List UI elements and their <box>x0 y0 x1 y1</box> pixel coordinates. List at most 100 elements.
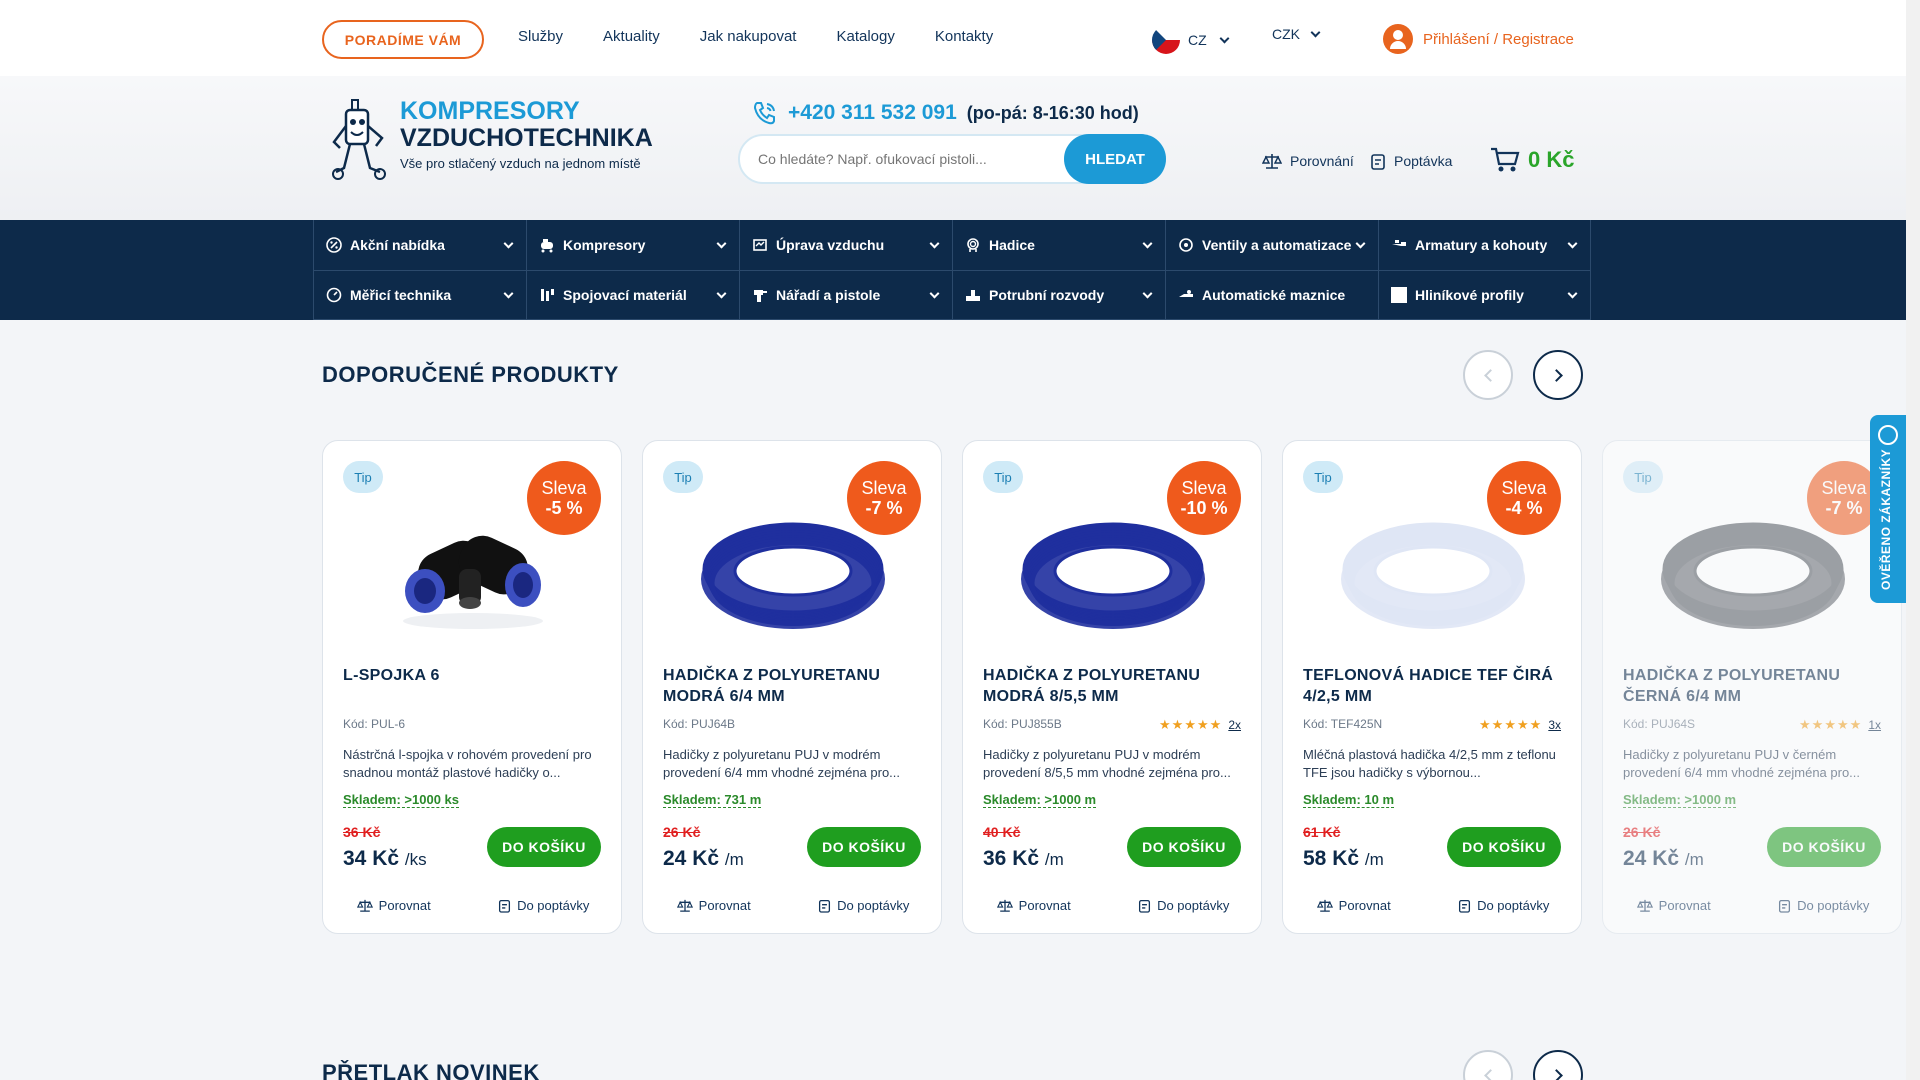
compare-link[interactable]: Porovnání <box>1262 152 1354 170</box>
category-item[interactable]: Automatické maznice <box>1165 271 1378 320</box>
product-name[interactable]: HADIČKA Z POLYURETANU MODRÁ 8/5,5 MM <box>983 665 1245 707</box>
compressor-icon <box>541 239 553 253</box>
carousel-next-button[interactable] <box>1533 350 1583 400</box>
page-scrollbar[interactable] <box>1906 0 1920 1080</box>
star-rating-icon: ★★★★★ <box>1799 717 1863 732</box>
category-label: Akční nabídka <box>350 237 445 253</box>
category-label: Ventily a automatizace <box>1202 237 1352 253</box>
carousel-prev-button[interactable] <box>1463 350 1513 400</box>
top-bar: PORADÍME VÁM Služby Aktuality Jak nakupo… <box>0 0 1906 76</box>
phone-contact[interactable]: +420 311 532 091 (po-pá: 8-16:30 hod) <box>752 100 1139 126</box>
phone-number[interactable]: +420 311 532 091 <box>788 101 957 125</box>
add-to-cart-button[interactable]: DO KOŠÍKU <box>1767 827 1881 867</box>
add-to-cart-button[interactable]: DO KOŠÍKU <box>1127 827 1241 867</box>
product-rating[interactable]: ★★★★★ 1x <box>1799 717 1881 733</box>
cart-link[interactable]: 0 Kč <box>1490 146 1574 174</box>
add-to-inquiry-button[interactable]: Do poptávky <box>498 898 589 913</box>
inquiry-link[interactable]: Poptávka <box>1370 152 1452 170</box>
star-rating-icon: ★★★★★ <box>1159 717 1223 732</box>
stock-status: Skladem: >1000 ks <box>343 792 459 808</box>
compare-button[interactable]: Porovnat <box>1636 898 1711 913</box>
category-item[interactable]: Armatury a kohouty <box>1378 220 1591 271</box>
nav-news[interactable]: Aktuality <box>603 28 660 45</box>
product-name[interactable]: HADIČKA Z POLYURETANU MODRÁ 6/4 MM <box>663 665 925 707</box>
verified-by-customers-badge[interactable]: OVĚŘENO ZÁKAZNÍKY <box>1870 415 1906 603</box>
news-prev-button[interactable] <box>1463 1050 1513 1080</box>
compare-button[interactable]: Porovnat <box>1316 898 1391 913</box>
product-rating[interactable]: ★★★★★ 3x <box>1479 717 1561 733</box>
category-label: Spojovací materiál <box>563 287 687 303</box>
category-item[interactable]: Ventily a automatizace <box>1165 220 1378 271</box>
scale-icon <box>676 899 693 912</box>
category-item[interactable]: Nářadí a pistole <box>739 271 952 320</box>
category-item[interactable]: Hadice <box>952 220 1165 271</box>
inquiry-label: Do poptávky <box>1797 898 1870 913</box>
cart-icon <box>1491 147 1520 172</box>
nav-how-to-buy[interactable]: Jak nakupovat <box>700 28 797 45</box>
product-card[interactable]: Tip Sleva -10 % HADIČKA Z POLYURETANU MODRÁ… <box>962 440 1262 934</box>
add-to-cart-button[interactable]: DO KOŠÍKU <box>487 827 601 867</box>
category-item[interactable]: Kompresory <box>526 220 739 271</box>
price-unit: /m <box>1684 850 1704 869</box>
product-card[interactable]: Tip Sleva -7 % HADIČKA Z POLYURETANU ČERNÁ … <box>1602 440 1902 934</box>
add-to-cart-button[interactable]: DO KOŠÍKU <box>807 827 921 867</box>
product-name[interactable]: L-SPOJKA 6 <box>343 665 605 686</box>
add-to-cart-button[interactable]: DO KOŠÍKU <box>1447 827 1561 867</box>
product-card[interactable]: Tip Sleva -4 % TEFLONOVÁ HADICE TEF ČIRÁ 4/… <box>1282 440 1582 934</box>
price-value: 24 Kč <box>1623 847 1680 870</box>
login-link[interactable]: Přihlášení / Registrace <box>1383 24 1574 54</box>
category-label: Hliníkové profily <box>1415 287 1524 303</box>
chevron-down-icon <box>716 238 727 249</box>
search-input[interactable] <box>758 136 1058 182</box>
language-select[interactable]: CZ <box>1152 26 1230 54</box>
currency-select[interactable]: CZK <box>1272 26 1321 42</box>
price-value: 24 Kč <box>663 847 720 870</box>
sale-badge: Sleva -5 % <box>527 461 601 535</box>
product-name[interactable]: HADIČKA Z POLYURETANU ČERNÁ 6/4 MM <box>1623 665 1885 707</box>
scale-icon <box>356 899 373 912</box>
product-description: Hadičky z polyuretanu PUJ v modrém prove… <box>663 747 901 780</box>
product-rating[interactable]: ★★★★★ 2x <box>1159 717 1241 733</box>
category-item[interactable]: Měřicí technika <box>313 271 526 320</box>
clipboard-icon <box>819 899 831 913</box>
add-to-inquiry-button[interactable]: Do poptávky <box>1458 898 1549 913</box>
category-item[interactable]: Akční nabídka <box>313 220 526 271</box>
clipboard-icon <box>1371 154 1385 170</box>
product-card[interactable]: Tip Sleva -5 % L-SPOJKA 6 Kód: PUL-6 Nástrčná… <box>322 440 622 934</box>
compare-label: Porovnat <box>1018 898 1071 913</box>
compare-button[interactable]: Porovnat <box>356 898 431 913</box>
price: 24 Kč /m <box>663 847 744 871</box>
compare-label: Porovnat <box>698 898 751 913</box>
logo[interactable]: KOMPRESORY VZDUCHOTECHNIKA Vše pro stlač… <box>330 98 653 182</box>
clipboard-icon <box>1139 899 1151 913</box>
compare-label: Porovnat <box>1338 898 1391 913</box>
logo-tagline: Vše pro stlačený vzduch na jednom místě <box>400 156 641 171</box>
product-card[interactable]: Tip Sleva -7 % HADIČKA Z POLYURETANU MODRÁ … <box>642 440 942 934</box>
nav-contacts[interactable]: Kontakty <box>935 28 993 45</box>
category-item[interactable]: Potrubní rozvody <box>952 271 1165 320</box>
news-next-button[interactable] <box>1533 1050 1583 1080</box>
sale-percent: -10 % <box>1180 498 1228 518</box>
header: KOMPRESORY VZDUCHOTECHNIKA Vše pro stlač… <box>0 76 1906 220</box>
add-to-inquiry-button[interactable]: Do poptávky <box>1778 898 1869 913</box>
price: 36 Kč /m <box>983 847 1064 871</box>
category-item[interactable]: Hliníkové profily <box>1378 271 1591 320</box>
search-button[interactable]: HLEDAT <box>1064 134 1166 184</box>
clipboard-icon <box>1459 899 1471 913</box>
pipe-icon <box>966 290 980 301</box>
nav-catalogs[interactable]: Katalogy <box>836 28 894 45</box>
chevron-left-icon <box>1483 368 1497 382</box>
sale-badge: Sleva -7 % <box>847 461 921 535</box>
advise-button[interactable]: PORADÍME VÁM <box>322 20 484 59</box>
compare-button[interactable]: Porovnat <box>676 898 751 913</box>
category-item[interactable]: Úprava vzduchu <box>739 220 952 271</box>
add-to-inquiry-button[interactable]: Do poptávky <box>1138 898 1229 913</box>
nav-services[interactable]: Služby <box>518 28 563 45</box>
add-to-inquiry-button[interactable]: Do poptávky <box>818 898 909 913</box>
compare-button[interactable]: Porovnat <box>996 898 1071 913</box>
chevron-down-icon <box>1567 238 1578 249</box>
compare-label: Porovnat <box>378 898 431 913</box>
category-item[interactable]: Spojovací materiál <box>526 271 739 320</box>
rating-count: 1x <box>1868 718 1881 732</box>
product-name[interactable]: TEFLONOVÁ HADICE TEF ČIRÁ 4/2,5 MM <box>1303 665 1565 707</box>
